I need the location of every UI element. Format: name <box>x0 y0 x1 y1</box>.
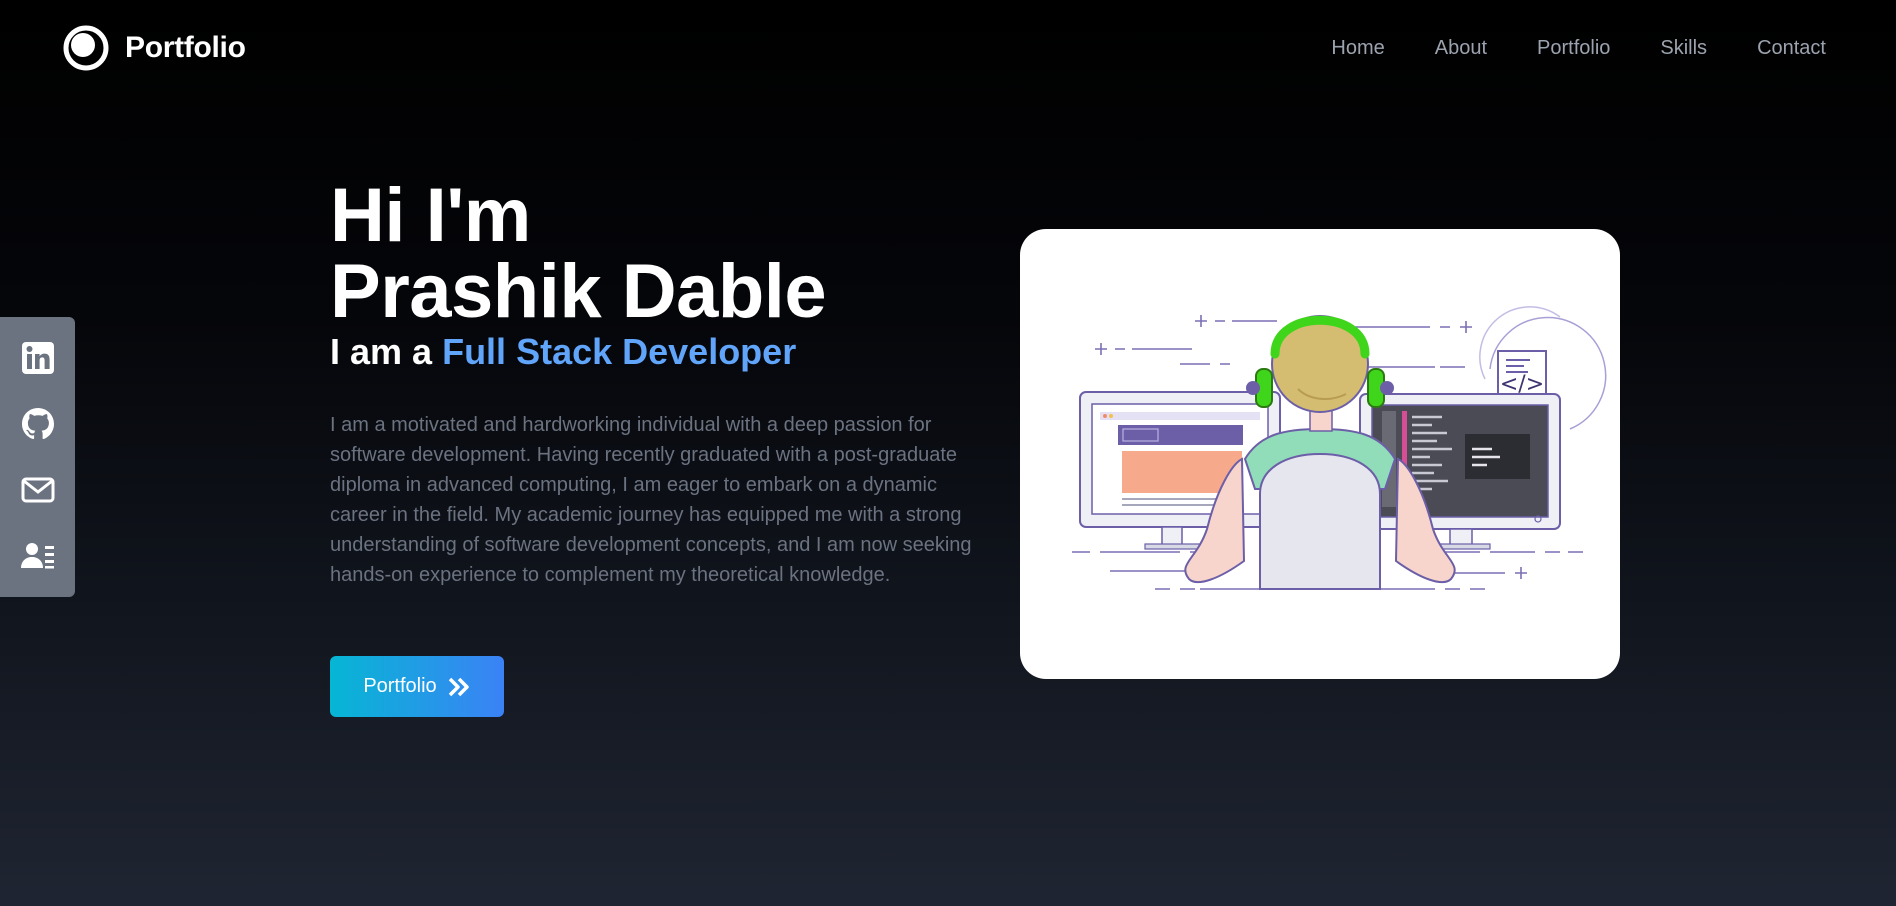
circle-logo-icon <box>63 25 109 71</box>
github-icon <box>21 408 54 440</box>
hero-greeting: Hi I'm <box>330 173 531 258</box>
resume-link[interactable] <box>18 536 58 576</box>
linkedin-link[interactable] <box>18 338 58 378</box>
brand[interactable]: Portfolio <box>63 25 246 71</box>
resume-icon <box>20 543 54 569</box>
nav-link-portfolio[interactable]: Portfolio <box>1537 37 1610 60</box>
developer-illustration: </> <box>1020 229 1620 679</box>
hero-bio: I am a motivated and hardworking individ… <box>330 414 972 586</box>
mail-icon <box>21 477 54 503</box>
hero-section: Hi I'm Prashik Dable I am a Full Stack D… <box>330 178 980 590</box>
role-prefix: I am a <box>330 331 433 372</box>
portfolio-button-label: Portfolio <box>363 675 437 697</box>
mail-link[interactable] <box>18 470 58 510</box>
navbar: Portfolio Home About Portfolio Skills Co… <box>0 0 1896 96</box>
double-chevron-right-icon <box>448 677 469 696</box>
hero-name: Prashik Dable <box>330 249 827 334</box>
nav-link-skills[interactable]: Skills <box>1660 37 1707 60</box>
linkedin-icon <box>21 342 54 374</box>
brand-name: Portfolio <box>125 31 246 64</box>
portfolio-button[interactable]: Portfolio <box>330 656 504 717</box>
social-sidebar <box>0 317 75 597</box>
nav-link-home[interactable]: Home <box>1331 37 1384 60</box>
nav-link-about[interactable]: About <box>1435 37 1487 60</box>
hero-role: I am a Full Stack Developer <box>330 330 980 374</box>
role-accent: Full Stack Developer <box>442 331 797 372</box>
nav-link-contact[interactable]: Contact <box>1757 37 1826 60</box>
developer-at-desk-illustration: </> <box>1072 306 1607 590</box>
github-link[interactable] <box>18 404 58 444</box>
nav-menu: Home About Portfolio Skills Contact <box>1331 37 1826 60</box>
